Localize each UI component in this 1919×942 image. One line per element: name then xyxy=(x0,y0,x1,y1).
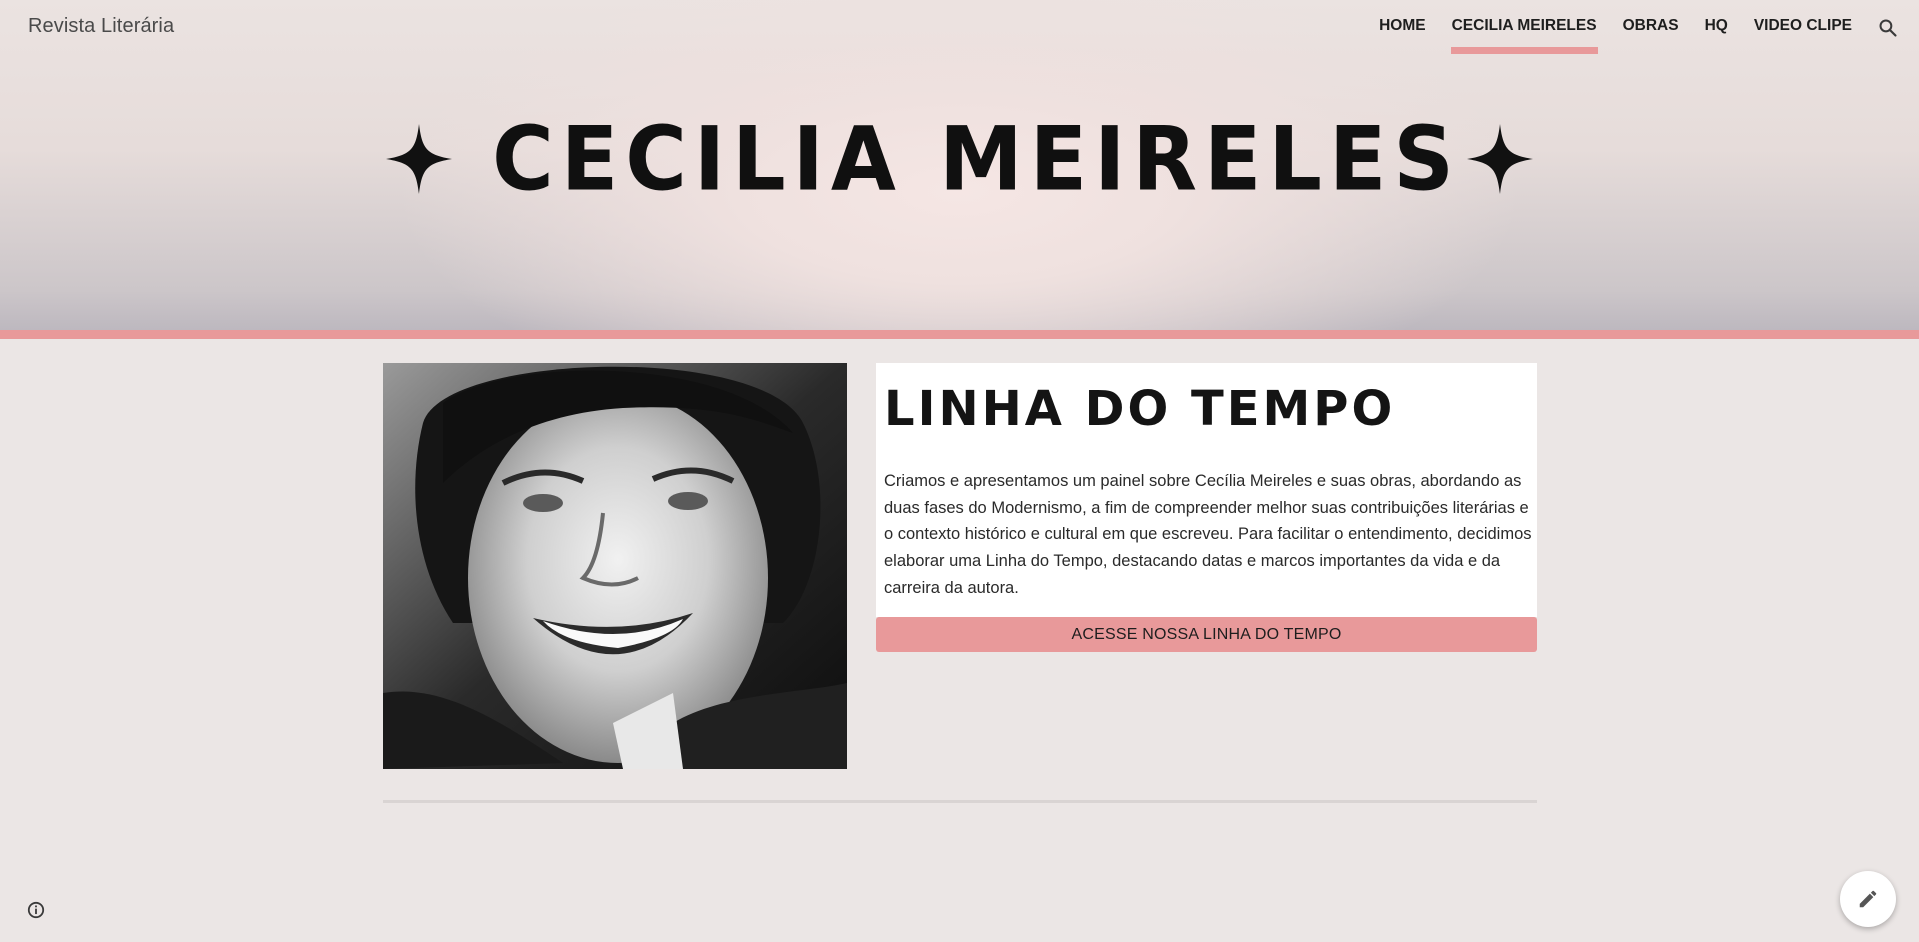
nav-hq[interactable]: HQ xyxy=(1692,0,1741,56)
four-point-star-icon xyxy=(386,124,453,194)
section-body: Criamos e apresentamos um painel sobre C… xyxy=(884,472,1532,597)
nav-cecilia-meireles[interactable]: CECILIA MEIRELES xyxy=(1439,0,1610,56)
section-divider xyxy=(383,800,1537,803)
four-point-star-icon xyxy=(1466,124,1533,194)
timeline-panel: LINHA DO TEMPO Criamos e apresentamos um… xyxy=(876,363,1537,617)
hero-title-text: CECILIA MEIRELES xyxy=(492,107,1461,211)
pencil-icon xyxy=(1859,890,1877,908)
search-icon xyxy=(1879,19,1897,37)
info-icon xyxy=(27,901,45,919)
nav-home[interactable]: HOME xyxy=(1366,0,1439,56)
author-photo xyxy=(383,363,847,769)
site-title[interactable]: Revista Literária xyxy=(28,15,174,38)
top-nav: HOME CECILIA MEIRELES OBRAS HQ VIDEO CLI… xyxy=(1366,0,1919,56)
section-heading: LINHA DO TEMPO xyxy=(884,381,1396,437)
portrait-illustration xyxy=(383,363,847,769)
info-button[interactable] xyxy=(25,899,47,921)
edit-button[interactable] xyxy=(1840,871,1896,927)
nav-obras[interactable]: OBRAS xyxy=(1610,0,1692,56)
hero-title: CECILIA MEIRELES xyxy=(0,107,1919,211)
hero-banner: Revista Literária HOME CECILIA MEIRELES … xyxy=(0,0,1919,330)
nav-video-clipe[interactable]: VIDEO CLIPE xyxy=(1741,0,1865,56)
search-button[interactable] xyxy=(1865,0,1911,56)
timeline-cta-button[interactable]: ACESSE NOSSA LINHA DO TEMPO xyxy=(876,617,1537,652)
hero-accent-bar xyxy=(0,330,1919,339)
